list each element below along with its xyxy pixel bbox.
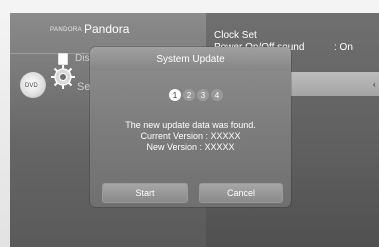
step-2: 2 [183,89,195,101]
left-arrow-icon: ‹ [373,80,376,89]
screen-frame: PANDORA Pandora Disc DVD Set Clock Set P… [0,0,379,247]
step-indicator: 1 2 3 4 [169,89,223,101]
pandora-brand-small: PANDORA [50,27,83,33]
gear-icon[interactable] [50,64,76,90]
dvd-label: DVD [25,83,38,89]
current-version-text: Current Version : XXXXX [140,131,241,141]
cancel-button[interactable]: Cancel [199,183,283,203]
clock-set-item[interactable]: Clock Set [214,30,257,41]
power-onoff-sound-value: : On [334,42,353,53]
step-3: 3 [197,89,209,101]
step-1: 1 [169,89,181,101]
step-4: 4 [211,89,223,101]
system-update-dialog: System Update 1 2 3 4 The new update dat… [90,47,291,207]
dialog-title: System Update [156,54,225,65]
new-version-text: New Version : XXXXX [146,142,235,152]
pandora-brand[interactable]: Pandora [84,22,129,36]
update-found-message: The new update data was found. [125,120,256,130]
start-button[interactable]: Start [102,183,188,203]
